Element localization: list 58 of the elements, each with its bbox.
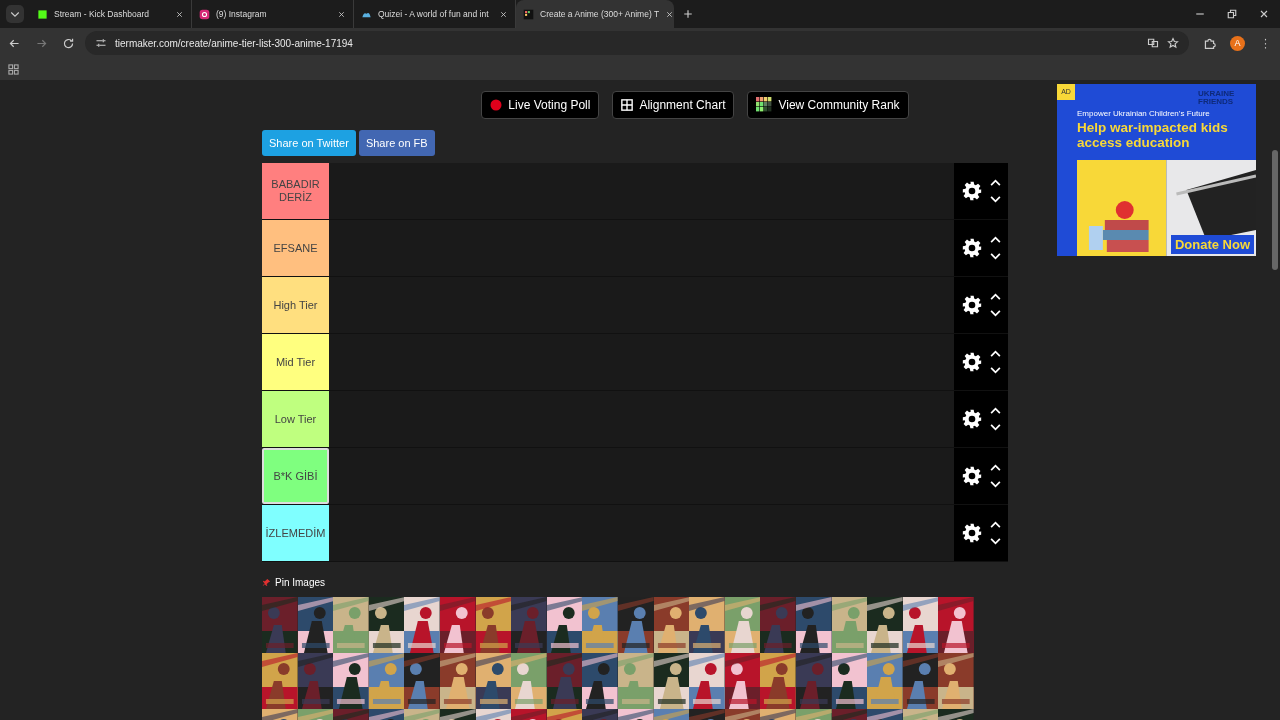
record-dot-icon xyxy=(490,99,503,111)
close-icon[interactable] xyxy=(175,9,184,19)
translate-icon[interactable] xyxy=(1147,37,1159,49)
settings-icon[interactable] xyxy=(961,409,982,429)
ad-headline: Help war-impacted kids access education xyxy=(1077,120,1229,150)
reload-icon[interactable] xyxy=(62,36,75,50)
chevron-down-icon[interactable] xyxy=(989,367,1001,374)
tier-label[interactable]: B*K GİBİ xyxy=(262,448,329,504)
settings-icon[interactable] xyxy=(961,295,982,315)
alignment-chart-button[interactable]: Alignment Chart xyxy=(612,91,735,119)
chevron-up-icon[interactable] xyxy=(989,464,1001,471)
close-icon[interactable] xyxy=(337,9,346,19)
star-icon[interactable] xyxy=(1167,37,1179,49)
browser-tab[interactable]: Create a Anime (300+ Anime) T xyxy=(516,0,674,28)
tier-label[interactable]: EFSANE xyxy=(262,220,329,276)
puzzle-icon[interactable] xyxy=(1203,36,1216,50)
chevron-down-icon[interactable] xyxy=(989,310,1001,317)
camera-icon xyxy=(199,8,210,20)
ad-tagline: Empower Ukrainian Children’s Future xyxy=(1077,109,1211,118)
chevron-down-icon[interactable] xyxy=(989,253,1001,260)
chevron-up-icon[interactable] xyxy=(989,521,1001,528)
color-grid-icon xyxy=(756,97,773,113)
restore-icon[interactable] xyxy=(1226,8,1238,20)
new-tab-icon[interactable] xyxy=(682,8,694,20)
site-settings-icon[interactable] xyxy=(95,37,107,49)
tier-label[interactable]: Mid Tier xyxy=(262,334,329,390)
close-icon[interactable] xyxy=(499,9,508,19)
chevron-up-icon[interactable] xyxy=(989,179,1001,186)
chevron-up-icon[interactable] xyxy=(989,293,1001,300)
close-icon[interactable] xyxy=(1258,8,1270,20)
settings-icon[interactable] xyxy=(961,238,982,258)
pin-images-label: Pin Images xyxy=(275,577,326,589)
community-rank-button[interactable]: View Community Rank xyxy=(747,91,909,119)
pin-icon[interactable] xyxy=(262,578,271,588)
tier-label[interactable]: High Tier xyxy=(262,277,329,333)
apps-grid-icon[interactable] xyxy=(8,63,19,75)
tier-label[interactable]: İZLEMEDİM xyxy=(262,505,329,561)
logo: UKRAINE FRIENDS xyxy=(1198,90,1236,106)
settings-icon[interactable] xyxy=(961,352,982,372)
settings-icon[interactable] xyxy=(961,466,982,486)
grid-icon xyxy=(621,99,634,111)
chevron-up-icon[interactable] xyxy=(989,350,1001,357)
chevron-up-icon[interactable] xyxy=(989,236,1001,243)
chevron-down-icon[interactable] xyxy=(989,424,1001,431)
settings-icon[interactable] xyxy=(961,181,982,201)
chevron-down-icon[interactable] xyxy=(989,538,1001,545)
chevron-down-icon[interactable] xyxy=(989,481,1001,488)
live-voting-poll-button[interactable]: Live Voting Poll xyxy=(481,91,600,119)
donate-now-button[interactable]: Donate Now xyxy=(1170,235,1254,254)
tier-label[interactable]: BABADIR DERİZ xyxy=(262,163,329,219)
chevron-down-icon[interactable] xyxy=(989,196,1001,203)
settings-icon[interactable] xyxy=(961,523,982,543)
chevron-up-icon[interactable] xyxy=(989,407,1001,414)
share-button[interactable]: Share on FB xyxy=(358,130,435,156)
grid-icon xyxy=(523,8,534,20)
tier-label[interactable]: Low Tier xyxy=(262,391,329,447)
close-icon[interactable] xyxy=(665,9,675,19)
address-bar[interactable]: tiermaker.com/create/anime-tier-list-300-anime-17194 xyxy=(85,31,1189,55)
